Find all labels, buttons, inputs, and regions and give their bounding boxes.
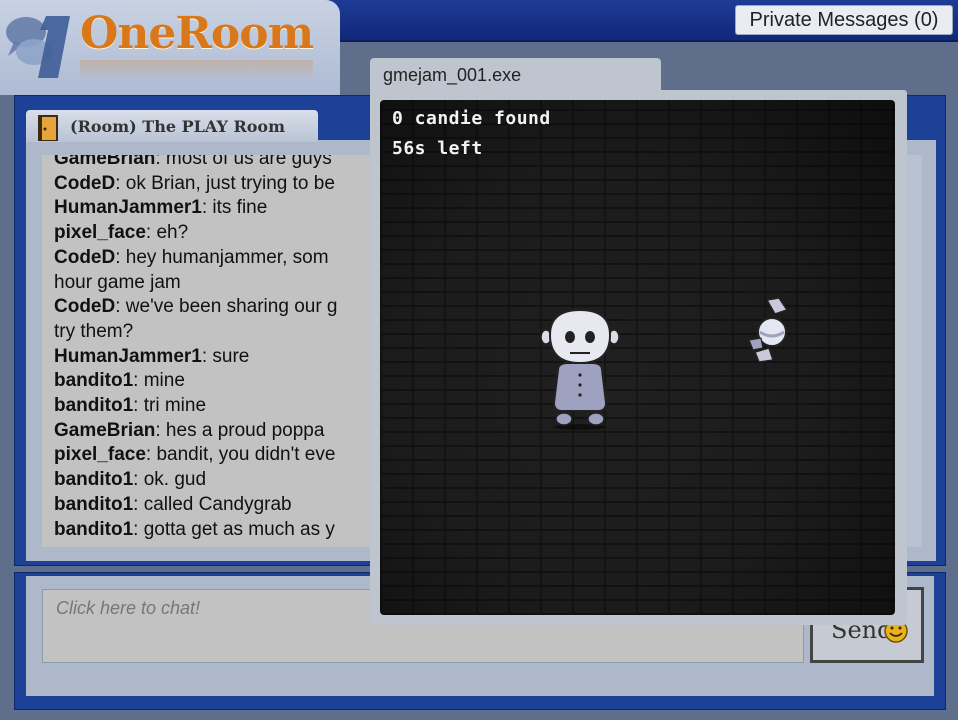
logo-text: OneRoom <box>80 8 314 80</box>
message-text: : sure <box>201 345 250 367</box>
message-user: GameBrian <box>54 155 156 169</box>
message-user: bandito1 <box>54 395 134 417</box>
message-user: bandito1 <box>54 518 134 540</box>
message-user: CodeD <box>54 172 116 194</box>
room-tab[interactable]: (Room) The PLAY Room <box>26 110 318 142</box>
message-user: bandito1 <box>54 370 134 392</box>
message-text: : eh? <box>145 222 189 244</box>
message-user: bandito1 <box>54 469 134 491</box>
message-user: CodeD <box>54 296 116 318</box>
room-title: (Room) The PLAY Room <box>70 117 286 136</box>
message-user: GameBrian <box>54 419 156 441</box>
time-left-counter: 56s left <box>392 138 483 159</box>
message-text: : hey humanjammer, som <box>115 246 329 268</box>
message-text: : its fine <box>201 197 268 219</box>
candy-icon <box>748 297 789 363</box>
door-icon <box>38 115 58 141</box>
player-sprite-icon <box>540 308 620 430</box>
speech-bubbles-logo-icon <box>6 16 70 78</box>
message-text: : ok Brian, just trying to be <box>115 172 335 194</box>
message-user: HumanJammer1 <box>54 345 202 367</box>
message-text: : ok. gud <box>133 469 207 491</box>
message-text: : gotta get as much as y <box>133 518 335 540</box>
message-user: HumanJammer1 <box>54 197 202 219</box>
chat-scrollbar[interactable] <box>905 155 922 547</box>
message-text: : bandit, you didn't eve <box>145 444 336 466</box>
message-user: pixel_face <box>54 444 146 466</box>
game-window-tab[interactable]: gmejam_001.exe <box>370 58 661 92</box>
message-text: : hes a proud poppa <box>155 419 325 441</box>
message-text: hour game jam <box>54 271 181 293</box>
candies-found-counter: 0 candie found <box>392 108 551 129</box>
logo-panel: OneRoom <box>0 0 340 95</box>
message-text: : mine <box>133 370 185 392</box>
message-text: : most of us are guys <box>155 155 332 169</box>
message-user: bandito1 <box>54 493 134 515</box>
message-user: CodeD <box>54 246 116 268</box>
message-text: : called Candygrab <box>133 493 292 515</box>
message-text: : we've been sharing our g <box>115 296 338 318</box>
game-canvas[interactable]: 0 candie found 56s left <box>380 100 895 615</box>
message-text: try them? <box>54 320 134 342</box>
private-messages-button[interactable]: Private Messages (0) <box>735 5 953 35</box>
message-text: : tri mine <box>133 395 207 417</box>
message-user: pixel_face <box>54 222 146 244</box>
